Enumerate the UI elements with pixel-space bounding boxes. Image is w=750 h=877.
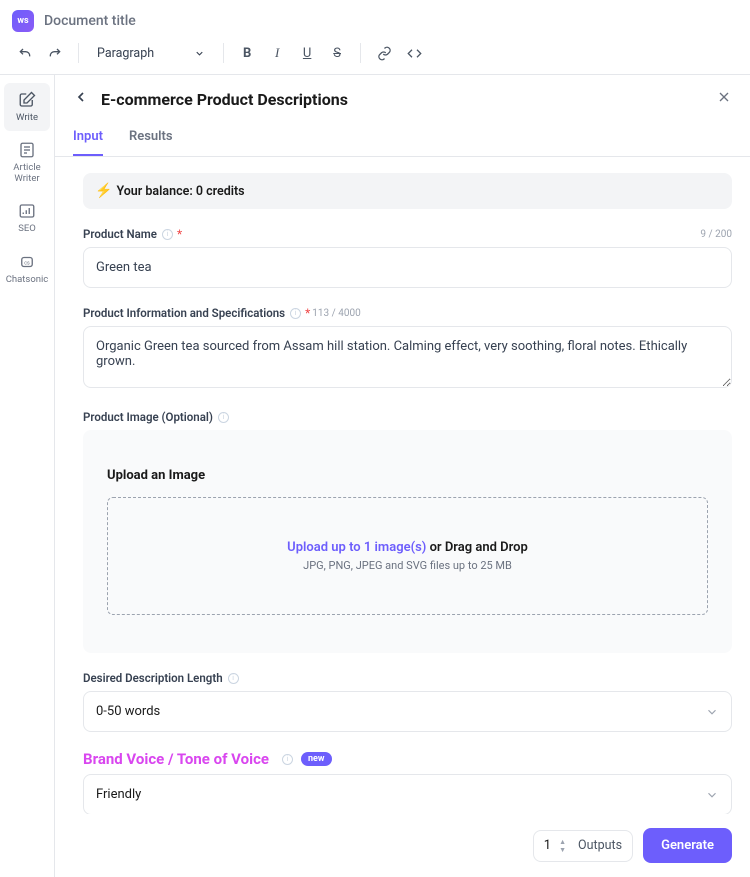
- new-badge: new: [301, 752, 332, 766]
- outputs-count: 1: [544, 838, 551, 853]
- italic-button[interactable]: I: [264, 40, 290, 66]
- brand-voice-select[interactable]: Friendly: [83, 774, 732, 814]
- info-icon[interactable]: i: [282, 754, 293, 765]
- balance-text: Your balance: 0 credits: [116, 184, 244, 199]
- brand-voice-value: Friendly: [96, 787, 141, 802]
- required-mark: *: [177, 227, 182, 241]
- bold-button[interactable]: B: [234, 40, 260, 66]
- article-icon: [18, 141, 36, 159]
- length-value: 0-50 words: [96, 704, 160, 719]
- upload-dropzone[interactable]: Upload up to 1 image(s) or Drag and Drop…: [107, 497, 708, 615]
- chat-icon: cs: [18, 253, 36, 271]
- link-button[interactable]: [371, 40, 397, 66]
- chevron-down-icon: [705, 788, 719, 802]
- product-info-textarea[interactable]: Organic Green tea sourced from Assam hil…: [83, 326, 732, 388]
- upload-main-text: Upload up to 1 image(s) or Drag and Drop: [120, 540, 695, 555]
- length-label: Desired Description Length: [83, 671, 223, 685]
- tab-input[interactable]: Input: [73, 119, 103, 156]
- product-name-input[interactable]: [83, 247, 732, 288]
- chevron-down-icon: [194, 48, 205, 59]
- sidebar-item-write[interactable]: Write: [4, 83, 50, 131]
- upload-card: Upload an Image Upload up to 1 image(s) …: [83, 430, 732, 653]
- sidebar-item-label: Article Writer: [13, 163, 40, 184]
- sidebar-item-article-writer[interactable]: Article Writer: [4, 133, 50, 192]
- length-select[interactable]: 0-50 words: [83, 691, 732, 732]
- close-button[interactable]: [716, 89, 732, 109]
- write-icon: [18, 91, 36, 109]
- app-logo: ws: [12, 10, 34, 32]
- upload-title: Upload an Image: [107, 468, 708, 483]
- block-style-label: Paragraph: [97, 46, 154, 61]
- chevron-down-icon: [705, 705, 719, 719]
- stepper-arrows[interactable]: ▲▼: [559, 838, 566, 854]
- sidebar-item-label: SEO: [18, 224, 36, 234]
- sidebar-item-label: Chatsonic: [6, 275, 49, 285]
- divider: [223, 43, 224, 63]
- svg-text:cs: cs: [24, 260, 30, 266]
- generate-button[interactable]: Generate: [643, 828, 732, 863]
- strikethrough-button[interactable]: S: [324, 40, 350, 66]
- info-icon[interactable]: i: [162, 229, 173, 240]
- outputs-label: Outputs: [578, 838, 622, 853]
- document-title-input[interactable]: Document title: [44, 13, 136, 29]
- required-mark: *: [305, 306, 310, 320]
- tab-results[interactable]: Results: [129, 119, 173, 156]
- sidebar-item-label: Write: [16, 113, 38, 123]
- sidebar-item-chatsonic[interactable]: cs Chatsonic: [4, 245, 50, 293]
- back-button[interactable]: [73, 89, 89, 109]
- underline-button[interactable]: U: [294, 40, 320, 66]
- upload-sub-text: JPG, PNG, JPEG and SVG files up to 25 MB: [120, 559, 695, 572]
- bolt-icon: ⚡: [95, 183, 112, 199]
- divider: [360, 43, 361, 63]
- sidebar-item-seo[interactable]: SEO: [4, 194, 50, 242]
- brand-voice-label: Brand Voice / Tone of Voice: [83, 750, 269, 768]
- product-image-label: Product Image (Optional): [83, 410, 213, 424]
- info-icon[interactable]: i: [290, 308, 301, 319]
- balance-banner: ⚡ Your balance: 0 credits: [83, 173, 732, 209]
- panel-title: E-commerce Product Descriptions: [101, 90, 704, 109]
- redo-button[interactable]: [42, 40, 68, 66]
- info-icon[interactable]: i: [228, 673, 239, 684]
- outputs-stepper[interactable]: 1 ▲▼ Outputs: [533, 830, 633, 862]
- product-info-counter: 113 / 4000: [312, 308, 360, 319]
- info-icon[interactable]: i: [218, 412, 229, 423]
- product-name-label: Product Name: [83, 227, 157, 241]
- undo-button[interactable]: [12, 40, 38, 66]
- divider: [78, 43, 79, 63]
- seo-icon: [18, 202, 36, 220]
- code-button[interactable]: [401, 40, 427, 66]
- upload-link: Upload up to 1 image(s): [287, 540, 426, 555]
- block-style-select[interactable]: Paragraph: [89, 42, 213, 65]
- product-info-label: Product Information and Specifications: [83, 306, 285, 320]
- product-name-counter: 9 / 200: [700, 229, 732, 240]
